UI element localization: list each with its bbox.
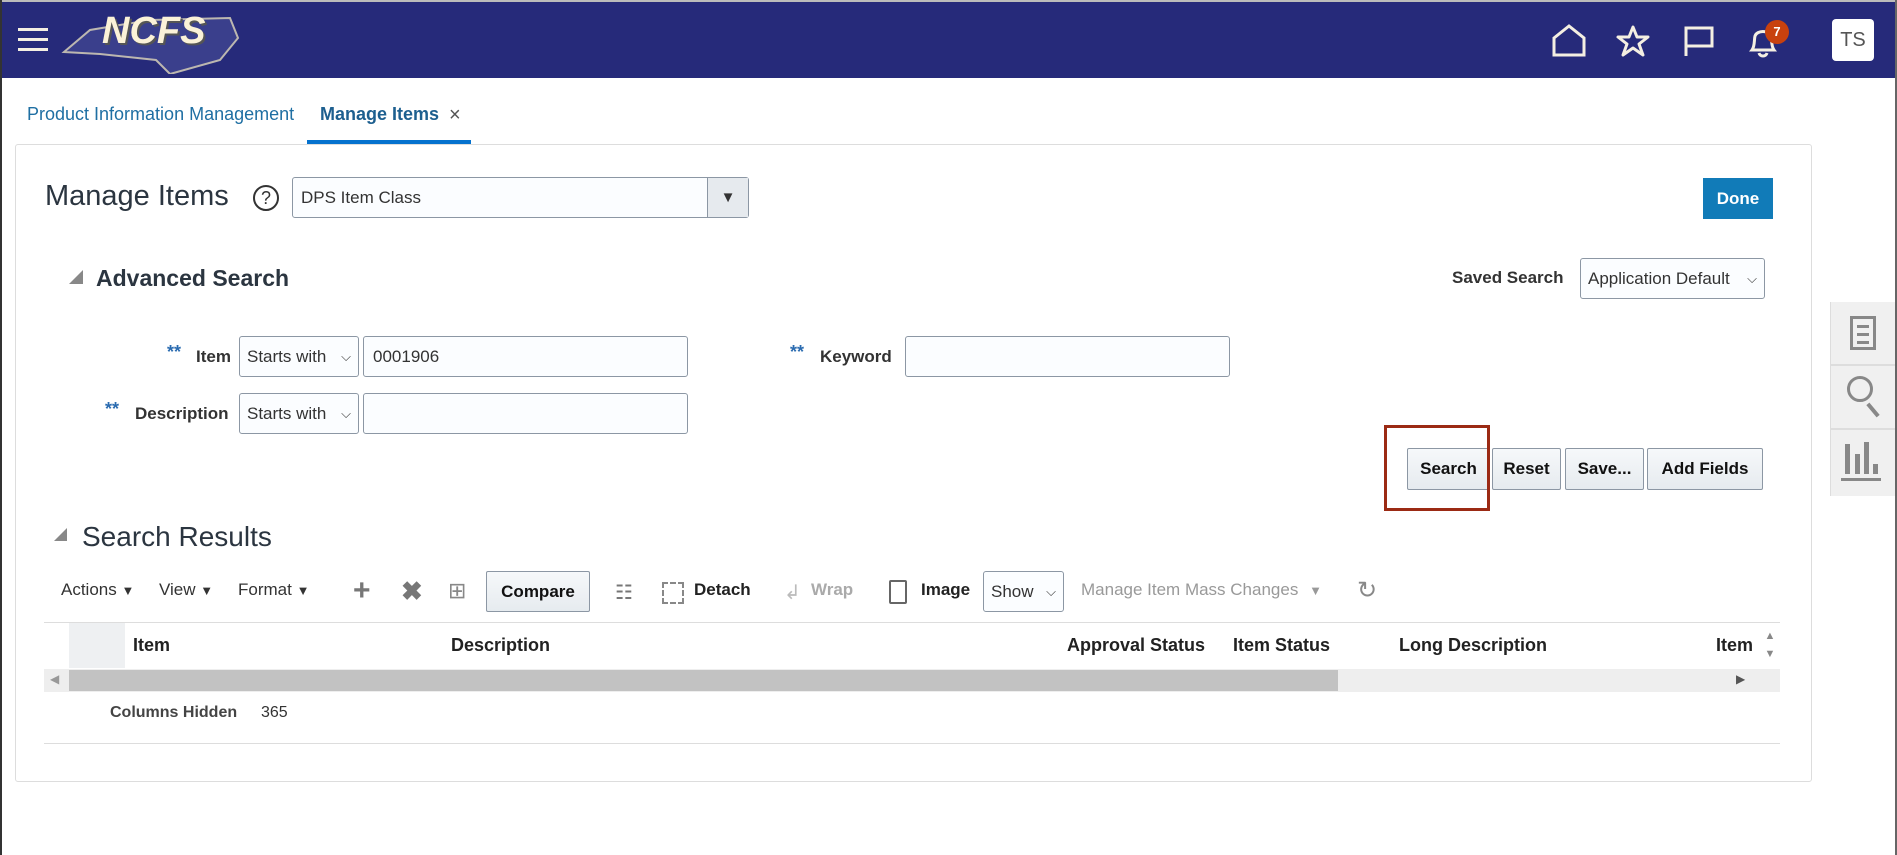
wrap-icon[interactable]: ↲ (784, 580, 801, 605)
search-magnifier-icon[interactable] (1831, 366, 1895, 430)
keyword-label: Keyword (820, 347, 892, 366)
user-avatar[interactable]: TS (1832, 19, 1874, 61)
favorites-star-icon[interactable] (1616, 24, 1650, 58)
vertical-scroll-arrows[interactable]: ▲ ▼ (1760, 627, 1780, 667)
top-header: NCFS 7 TS (2, 0, 1895, 78)
flag-icon[interactable] (1682, 24, 1716, 58)
item-operator-select[interactable]: Starts with ⌵ (239, 336, 359, 377)
scrollbar-thumb[interactable] (69, 670, 1338, 691)
add-plus-icon[interactable]: + (353, 574, 371, 608)
collapse-advanced-search-icon[interactable] (69, 270, 83, 284)
description-label: Description (135, 404, 229, 423)
tab-manage-items[interactable]: Manage Items (320, 104, 439, 125)
dropdown-arrow-button[interactable]: ▼ (707, 178, 748, 217)
horizontal-scrollbar[interactable]: ◀ ▶ (44, 669, 1780, 692)
chevron-down-icon: ⌵ (1046, 583, 1056, 599)
side-panel (1830, 302, 1895, 496)
column-header-long-description[interactable]: Long Description (1399, 635, 1547, 656)
results-table: ◀ ▶ ▲ ▼ (44, 622, 1780, 692)
keyword-input[interactable] (905, 336, 1230, 377)
chevron-down-icon: ⌵ (341, 348, 351, 364)
column-header-description[interactable]: Description (451, 635, 550, 656)
tasks-document-icon[interactable] (1831, 302, 1895, 366)
saved-search-label: Saved Search (1452, 268, 1564, 287)
tab-product-information-management[interactable]: Product Information Management (27, 104, 294, 125)
refresh-icon[interactable]: ↻ (1357, 576, 1377, 605)
item-input[interactable]: 0001906 (363, 336, 688, 377)
column-header-approval-status[interactable]: Approval Status (1067, 635, 1205, 656)
format-menu[interactable]: Format ▼ (238, 580, 309, 600)
column-header-item-status[interactable]: Item Status (1233, 635, 1330, 656)
highlight-box (1384, 425, 1490, 511)
description-operator-select[interactable]: Starts with ⌵ (239, 393, 359, 434)
columns-hidden-count: 365 (261, 704, 288, 721)
query-by-example-icon[interactable]: ☷ (615, 580, 633, 605)
save-search-button[interactable]: Save... (1565, 448, 1644, 490)
close-tab-icon[interactable]: × (449, 104, 461, 127)
chevron-down-icon: ⌵ (1747, 270, 1757, 286)
page-title: Manage Items (45, 180, 229, 212)
view-menu[interactable]: View ▼ (159, 580, 213, 600)
add-fields-button[interactable]: Add Fields (1647, 448, 1763, 490)
scroll-left-icon[interactable]: ◀ (50, 672, 59, 686)
manage-item-mass-changes-menu[interactable]: Manage Item Mass Changes ▼ (1081, 580, 1322, 600)
hamburger-menu-icon[interactable] (18, 28, 48, 52)
reset-button[interactable]: Reset (1492, 448, 1561, 490)
required-marker: ** (167, 342, 182, 362)
item-class-select[interactable]: DPS Item Class ▼ (292, 177, 749, 218)
ncfs-logo[interactable]: NCFS (60, 8, 240, 76)
image-label: Image (921, 580, 971, 599)
compare-button[interactable]: Compare (486, 571, 590, 612)
columns-hidden-label: Columns Hidden (110, 704, 238, 721)
detach-icon[interactable] (662, 582, 684, 604)
divider (44, 743, 1780, 744)
image-show-select[interactable]: Show ⌵ (983, 571, 1064, 612)
saved-search-select[interactable]: Application Default ⌵ (1580, 258, 1765, 299)
freeze-columns-icon[interactable]: ⊞ (448, 578, 466, 604)
help-icon[interactable]: ? (253, 185, 279, 211)
collapse-search-results-icon[interactable] (54, 528, 67, 541)
wrap-button[interactable]: Wrap (811, 580, 853, 600)
delete-x-icon[interactable]: ✖ (401, 576, 423, 607)
scroll-right-icon[interactable]: ▶ (1736, 672, 1745, 686)
home-icon[interactable] (1552, 24, 1586, 58)
required-marker: ** (790, 342, 805, 362)
column-header-item-2[interactable]: Item (1716, 635, 1756, 656)
item-label: Item (196, 347, 231, 366)
clipboard-image-icon (889, 580, 907, 604)
advanced-search-heading: Advanced Search (96, 265, 290, 291)
notification-count-badge: 7 (1765, 20, 1789, 44)
description-input[interactable] (363, 393, 688, 434)
done-button[interactable]: Done (1703, 178, 1773, 219)
chevron-down-icon: ⌵ (341, 405, 351, 421)
actions-menu[interactable]: Actions ▼ (61, 580, 134, 600)
row-selector-header (69, 623, 125, 668)
search-results-heading: Search Results (82, 521, 272, 552)
column-header-item[interactable]: Item (133, 635, 170, 656)
required-marker: ** (105, 399, 120, 419)
analytics-bar-chart-icon[interactable] (1831, 430, 1895, 494)
detach-button[interactable]: Detach (694, 580, 751, 600)
